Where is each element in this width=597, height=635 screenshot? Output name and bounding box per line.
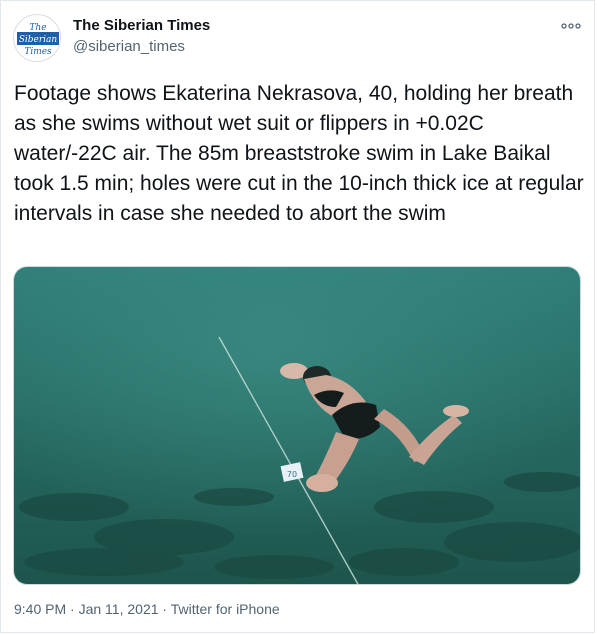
more-options-button[interactable] — [559, 17, 583, 35]
tweet-media-video[interactable]: 70 — [13, 266, 581, 585]
meta-separator: · — [66, 601, 79, 617]
tweet-card: The Siberian Times The Siberian Times @s… — [0, 0, 595, 633]
siberian-times-logo: The Siberian Times — [15, 16, 60, 61]
tweet-meta: 9:40 PM · Jan 11, 2021 · Twitter for iPh… — [14, 601, 280, 617]
tweet-date[interactable]: Jan 11, 2021 — [79, 601, 159, 617]
logo-line-2: Siberian — [19, 35, 58, 45]
tweet-time[interactable]: 9:40 PM — [14, 601, 66, 617]
logo-line-1: The — [29, 23, 46, 33]
meta-separator: · — [158, 601, 171, 617]
tweet-text: Footage shows Ekaterina Nekrasova, 40, h… — [14, 82, 584, 225]
distance-marker-label: 70 — [287, 470, 297, 479]
more-dots-icon — [561, 23, 581, 29]
tweet-source[interactable]: Twitter for iPhone — [171, 601, 280, 617]
account-avatar[interactable]: The Siberian Times — [13, 14, 61, 62]
display-name[interactable]: The Siberian Times — [73, 17, 210, 34]
logo-line-3: Times — [24, 47, 52, 57]
account-handle[interactable]: @siberian_times — [73, 38, 185, 55]
underwater-swimmer-image: 70 — [14, 267, 580, 584]
